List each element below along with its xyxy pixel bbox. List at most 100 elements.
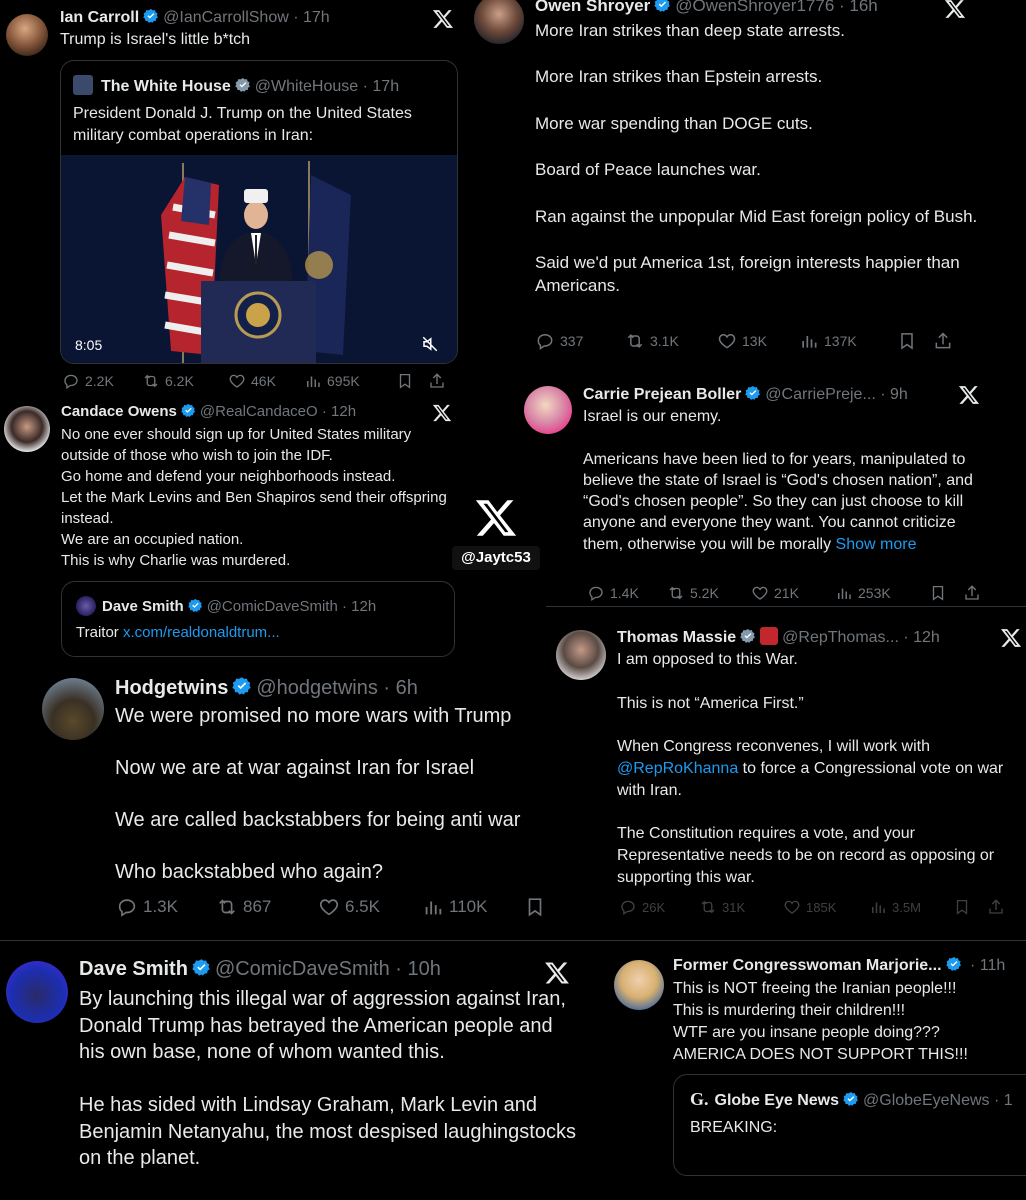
repost-icon	[216, 896, 238, 918]
avatar[interactable]	[614, 960, 664, 1010]
author-handle[interactable]: @RepThomas...	[782, 629, 899, 646]
share-icon[interactable]	[987, 898, 1005, 916]
like-button[interactable]: 46K	[228, 372, 304, 390]
like-button[interactable]: 185K	[783, 898, 869, 916]
mute-icon[interactable]	[421, 335, 439, 358]
views-button[interactable]: 110K	[422, 896, 524, 918]
video-player[interactable]: 8:05	[61, 155, 457, 363]
quote-timestamp: 12h	[351, 598, 377, 615]
repost-button[interactable]: 5.2K	[667, 584, 751, 602]
tweet-ian-carroll[interactable]: Ian Carroll @IanCarrollShow · 17h Trump i…	[0, 0, 470, 400]
verified-badge-icon	[740, 628, 756, 649]
share-icon[interactable]	[963, 584, 981, 602]
reply-button[interactable]: 1.3K	[116, 896, 216, 918]
bookmark-icon[interactable]	[897, 331, 933, 351]
share-icon[interactable]	[428, 372, 446, 390]
views-button[interactable]: 137K	[799, 331, 897, 351]
quote-author-handle[interactable]: @ComicDaveSmith	[207, 598, 338, 615]
views-icon	[799, 331, 819, 351]
author-name[interactable]: Carrie Prejean Boller	[583, 386, 741, 403]
bookmark-icon[interactable]	[929, 584, 963, 602]
author-handle[interactable]: @CarriePreje...	[765, 386, 876, 403]
quote-author-handle[interactable]: @GlobeEyeNews	[863, 1092, 990, 1109]
avatar[interactable]	[524, 386, 572, 434]
like-button[interactable]: 21K	[751, 584, 835, 602]
quote-author-name[interactable]: Globe Eye News	[715, 1092, 840, 1109]
tweet-hodgetwins[interactable]: Hodgetwins @hodgetwins · 6h We were promi…	[0, 668, 604, 934]
quote-author-name[interactable]: The White House	[101, 78, 231, 95]
tweet-text: By launching this illegal war of aggress…	[79, 988, 576, 1169]
divider	[546, 606, 1026, 607]
tweet-dave-smith[interactable]: Dave Smith @ComicDaveSmith · 10h By launc…	[0, 944, 604, 1200]
quote-timestamp: 1	[1003, 1092, 1013, 1109]
reply-icon	[619, 898, 637, 916]
avatar[interactable]	[42, 678, 104, 740]
author-name[interactable]: Owen Shroyer	[535, 0, 650, 15]
author-name[interactable]: Hodgetwins	[115, 677, 228, 699]
repost-button[interactable]: 6.2K	[142, 372, 228, 390]
quote-header: G. Globe Eye News @GlobeEyeNews · 1	[690, 1089, 1013, 1112]
views-button[interactable]: 3.5M	[869, 898, 953, 916]
timestamp[interactable]: 11h	[980, 957, 1006, 974]
show-more-link[interactable]: Show more	[836, 536, 917, 553]
tweet-text: I am opposed to this War. This is not “A…	[617, 651, 1004, 886]
timestamp[interactable]: 10h	[408, 958, 441, 980]
tweet-carrie-prejean-boller[interactable]: Carrie Prejean Boller @CarriePreje... · 9…	[520, 378, 1026, 610]
tweet-thomas-massie[interactable]: Thomas Massie @RepThomas... · 12h I am op…	[546, 612, 1026, 936]
heart-icon	[228, 372, 246, 390]
tweet-owen-shroyer[interactable]: Owen Shroyer @OwenShroyer1776 · 16h More …	[470, 0, 1026, 370]
author-handle[interactable]: @IanCarrollShow	[163, 9, 289, 26]
action-bar: 2.2K 6.2K 46K 695K	[62, 372, 446, 390]
tweet-marjorie[interactable]: Former Congresswoman Marjorie... · 11h T…	[604, 944, 1026, 1200]
timestamp[interactable]: 6h	[396, 677, 418, 699]
tweet-header: Former Congresswoman Marjorie... · 11h	[673, 956, 1005, 977]
avatar[interactable]	[6, 14, 48, 56]
author-name[interactable]: Candace Owens	[61, 403, 177, 420]
like-button[interactable]: 6.5K	[318, 896, 422, 918]
bookmark-icon[interactable]	[953, 898, 987, 916]
reply-button[interactable]: 2.2K	[62, 372, 142, 390]
repost-button[interactable]: 867	[216, 896, 318, 918]
author-handle[interactable]: @RealCandaceO	[200, 403, 318, 420]
reply-button[interactable]: 1.4K	[587, 584, 667, 602]
tweet-text: More Iran strikes than deep state arrest…	[535, 21, 978, 296]
repost-button[interactable]: 3.1K	[625, 331, 717, 351]
reply-icon	[116, 896, 138, 918]
avatar[interactable]	[556, 630, 606, 680]
mention-link[interactable]: @RepRoKhanna	[617, 760, 738, 777]
quote-author-handle[interactable]: @WhiteHouse	[255, 78, 358, 95]
author-handle[interactable]: @OwenShroyer1776	[675, 0, 834, 15]
repost-button[interactable]: 31K	[699, 898, 783, 916]
verified-badge-icon	[235, 77, 251, 98]
reply-button[interactable]: 26K	[619, 898, 699, 916]
quote-author-name[interactable]: Dave Smith	[102, 598, 184, 615]
views-button[interactable]: 253K	[835, 584, 929, 602]
timestamp[interactable]: 12h	[331, 403, 356, 420]
heart-icon	[318, 896, 340, 918]
reply-button[interactable]: 337	[535, 331, 625, 351]
quote-text: BREAKING:	[690, 1119, 778, 1136]
author-handle[interactable]: @hodgetwins	[256, 677, 377, 699]
avatar[interactable]	[474, 0, 524, 44]
like-button[interactable]: 13K	[717, 331, 799, 351]
quoted-tweet[interactable]: Dave Smith @ComicDaveSmith · 12h Traitor …	[61, 581, 455, 657]
quote-link[interactable]: x.com/realdonaldtrum...	[123, 624, 280, 641]
avatar[interactable]	[6, 961, 68, 1023]
share-icon[interactable]	[933, 331, 953, 351]
views-button[interactable]: 695K	[304, 372, 396, 390]
quoted-tweet[interactable]: G. Globe Eye News @GlobeEyeNews · 1 BREAKI…	[673, 1074, 1026, 1176]
author-handle[interactable]: @ComicDaveSmith	[215, 958, 390, 980]
timestamp[interactable]: 16h	[849, 0, 877, 15]
action-bar: 1.3K 867 6.5K 110K	[116, 896, 564, 918]
timestamp[interactable]: 17h	[303, 9, 330, 26]
author-name[interactable]: Ian Carroll	[60, 9, 139, 26]
author-name[interactable]: Former Congresswoman Marjorie...	[673, 957, 942, 974]
timestamp[interactable]: 9h	[890, 386, 908, 403]
tweet-candace-owens[interactable]: Candace Owens @RealCandaceO · 12h No one …	[0, 398, 470, 670]
author-name[interactable]: Thomas Massie	[617, 629, 736, 646]
author-name[interactable]: Dave Smith	[79, 958, 188, 980]
timestamp[interactable]: 12h	[913, 629, 940, 646]
bookmark-icon[interactable]	[396, 372, 428, 390]
quoted-tweet[interactable]: The White House @WhiteHouse · 17h Preside…	[60, 60, 458, 364]
avatar[interactable]	[4, 406, 50, 452]
